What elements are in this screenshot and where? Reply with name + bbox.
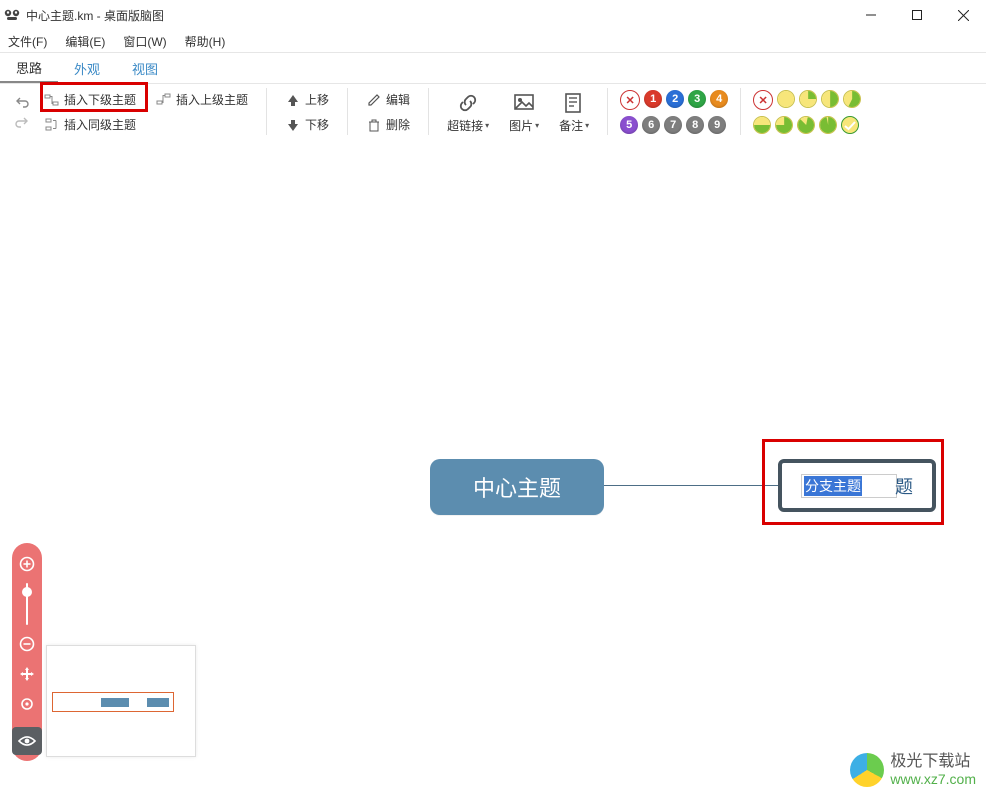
move-up-button[interactable]: 上移 <box>279 89 335 110</box>
progress-5[interactable] <box>775 116 793 134</box>
progress-1[interactable] <box>799 90 817 108</box>
watermark-title: 极光下载站 <box>890 753 976 771</box>
tree-child-icon <box>44 92 60 108</box>
toolbar: 插入下级主题 插入同级主题 插入上级主题 上移 下移 <box>0 84 986 141</box>
child-topic-input[interactable]: 分支主题 <box>801 474 897 498</box>
child-topic-node[interactable]: 分支主题 题 <box>778 459 936 512</box>
move-down-label: 下移 <box>305 116 329 133</box>
menu-help[interactable]: 帮助(H) <box>181 31 230 52</box>
mindmap-canvas[interactable]: 中心主题 分支主题 题 极光下载站 <box>0 135 986 793</box>
priority-5[interactable]: 5 <box>620 116 638 134</box>
zoom-out-button[interactable] <box>16 633 38 655</box>
insert-parent-group: 插入上级主题 <box>146 86 258 138</box>
progress-2[interactable] <box>821 90 839 108</box>
priority-1[interactable]: 1 <box>644 90 662 108</box>
minimize-button[interactable] <box>848 0 894 30</box>
image-icon <box>512 91 536 115</box>
center-topic-node[interactable]: 中心主题 <box>430 459 604 515</box>
child-topic-selected-text: 分支主题 <box>804 476 862 496</box>
ribbon-tabs: 思路 外观 视图 <box>0 52 986 84</box>
close-button[interactable] <box>940 0 986 30</box>
link-icon <box>456 91 480 115</box>
priority-8[interactable]: 8 <box>686 116 704 134</box>
minimap-toggle[interactable] <box>12 727 42 755</box>
insert-group: 插入下级主题 插入同级主题 <box>34 86 146 138</box>
delete-button[interactable]: 删除 <box>360 114 416 135</box>
insert-child-button[interactable]: 插入下级主题 <box>38 89 142 110</box>
priority-9[interactable]: 9 <box>708 116 726 134</box>
tab-mind[interactable]: 思路 <box>0 53 58 83</box>
zoom-in-button[interactable] <box>16 553 38 575</box>
priority-clear[interactable]: ✕ <box>620 90 640 110</box>
minimap-viewport[interactable] <box>52 692 174 712</box>
edit-group: 编辑 删除 <box>356 86 420 138</box>
connector-line <box>604 485 778 486</box>
window-controls <box>848 0 986 30</box>
trash-icon <box>366 117 382 133</box>
insert-parent-label: 插入上级主题 <box>176 91 248 108</box>
menu-window[interactable]: 窗口(W) <box>119 31 170 52</box>
progress-6[interactable] <box>797 116 815 134</box>
delete-label: 删除 <box>386 116 410 133</box>
progress-3[interactable] <box>843 90 861 108</box>
redo-button[interactable] <box>14 114 30 130</box>
window-title: 中心主题.km - 桌面版脑图 <box>26 7 164 24</box>
move-up-label: 上移 <box>305 91 329 108</box>
priority-4[interactable]: 4 <box>710 90 728 108</box>
undo-button[interactable] <box>14 94 30 110</box>
priority-group: ✕ 1 2 3 4 5 6 7 8 9 <box>616 86 732 138</box>
hyperlink-button[interactable]: 超链接▾ <box>437 86 499 138</box>
menu-bar: 文件(F) 编辑(E) 窗口(W) 帮助(H) <box>0 30 986 52</box>
watermark-logo-icon <box>850 753 884 787</box>
note-icon <box>562 91 586 115</box>
maximize-button[interactable] <box>894 0 940 30</box>
insert-sibling-button[interactable]: 插入同级主题 <box>38 114 142 135</box>
progress-done[interactable] <box>841 116 859 134</box>
menu-file[interactable]: 文件(F) <box>4 31 51 52</box>
app-icon <box>4 7 20 23</box>
insert-child-label: 插入下级主题 <box>64 91 136 108</box>
zoom-slider[interactable] <box>26 583 28 625</box>
move-down-button[interactable]: 下移 <box>279 114 335 135</box>
tree-parent-icon <box>156 91 172 107</box>
arrow-up-icon <box>285 92 301 108</box>
pencil-icon <box>366 92 382 108</box>
child-topic-suffix: 题 <box>895 473 913 499</box>
progress-group: ✕ <box>749 86 865 138</box>
center-topic-label: 中心主题 <box>473 471 561 503</box>
move-group: 上移 下移 <box>275 86 339 138</box>
progress-clear[interactable]: ✕ <box>753 90 773 110</box>
note-button[interactable]: 备注▾ <box>549 86 599 138</box>
pan-button[interactable] <box>16 663 38 685</box>
tab-view[interactable]: 视图 <box>116 53 174 83</box>
edit-label: 编辑 <box>386 91 410 108</box>
watermark-url: www.xz7.com <box>890 771 976 787</box>
insert-parent-button[interactable]: 插入上级主题 <box>150 89 254 110</box>
arrow-down-icon <box>285 117 301 133</box>
history-group <box>10 86 34 138</box>
progress-7[interactable] <box>819 116 837 134</box>
minimap[interactable] <box>46 645 196 757</box>
priority-2[interactable]: 2 <box>666 90 684 108</box>
watermark: 极光下载站 www.xz7.com <box>850 753 976 787</box>
menu-edit[interactable]: 编辑(E) <box>61 31 109 52</box>
tab-appearance[interactable]: 外观 <box>58 53 116 83</box>
title-bar: 中心主题.km - 桌面版脑图 <box>0 0 986 30</box>
edit-button[interactable]: 编辑 <box>360 89 416 110</box>
priority-6[interactable]: 6 <box>642 116 660 134</box>
insert-sibling-label: 插入同级主题 <box>64 116 136 133</box>
image-button[interactable]: 图片▾ <box>499 86 549 138</box>
locate-button[interactable] <box>16 693 38 715</box>
priority-3[interactable]: 3 <box>688 90 706 108</box>
tree-sibling-icon <box>44 117 60 133</box>
zoom-panel <box>12 543 42 761</box>
progress-0[interactable] <box>777 90 795 108</box>
priority-7[interactable]: 7 <box>664 116 682 134</box>
progress-4[interactable] <box>753 116 771 134</box>
